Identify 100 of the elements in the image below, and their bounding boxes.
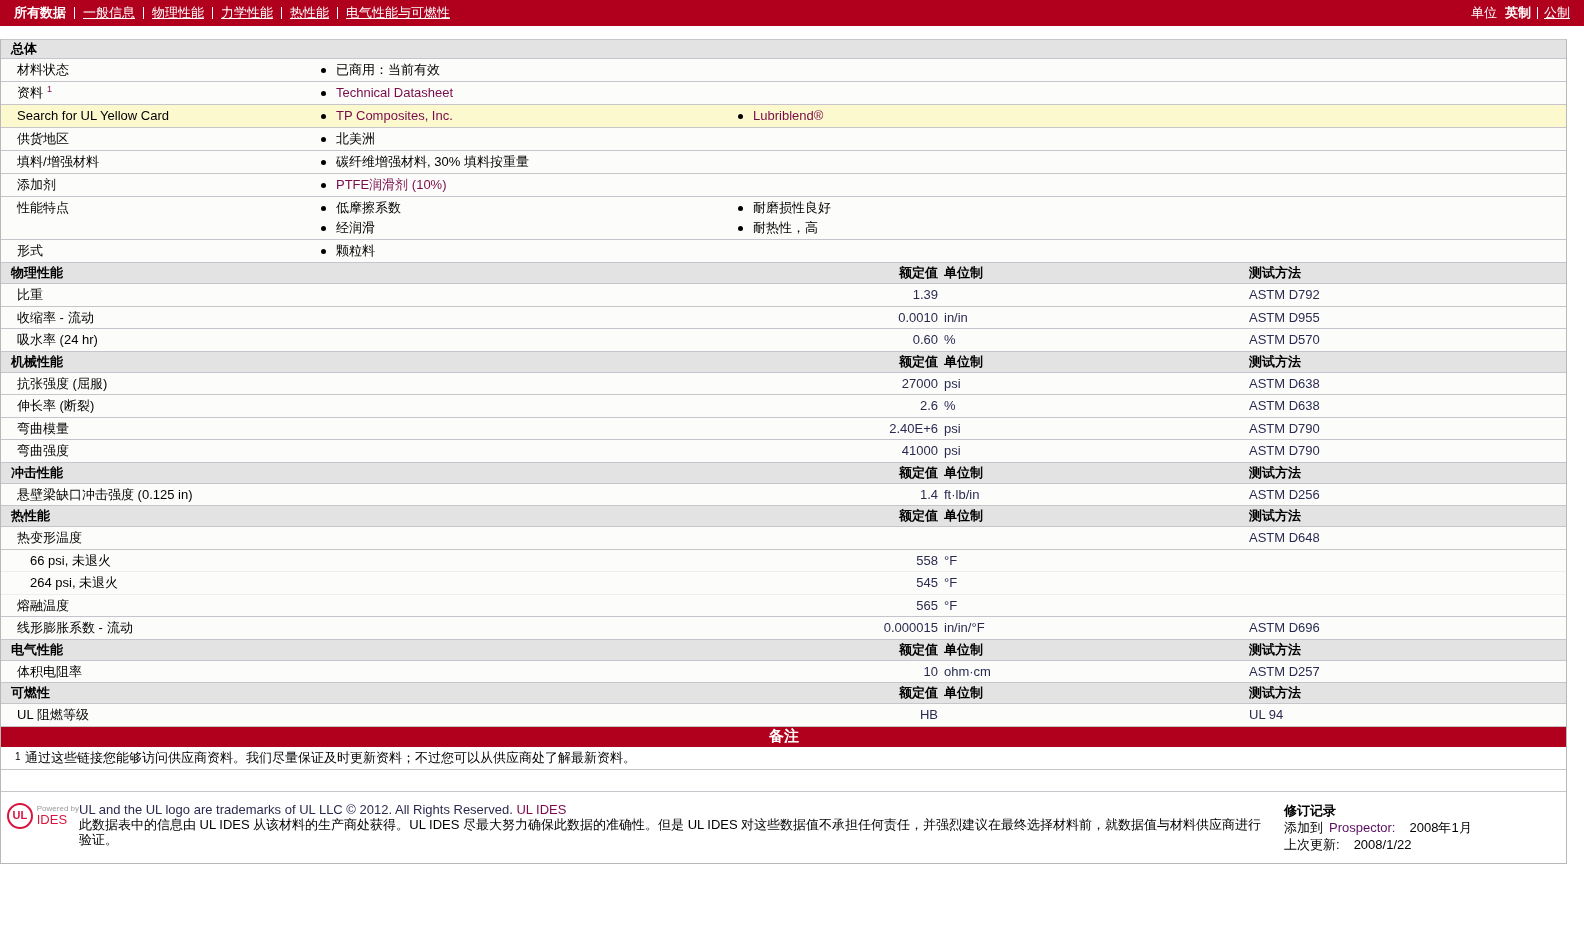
bullet-icon <box>321 67 326 73</box>
test-method: ASTM D638 <box>1249 398 1320 413</box>
units-label: 单位 <box>1471 4 1497 23</box>
logo-name: IDES <box>36 813 69 826</box>
revision-title: 修订记录 <box>1284 801 1337 819</box>
note-text: 通过这些链接您能够访问供应商资料。我们尽量保证及时更新资料；不过您可以从供应商处了解最新资料。 <box>24 748 636 767</box>
unit-option[interactable]: 公制 <box>1544 3 1570 23</box>
property-value: 1.39 <box>911 286 938 304</box>
section-title: 可燃性 <box>10 684 51 703</box>
row-label: Search for UL Yellow Card <box>17 107 169 126</box>
nav-tab[interactable]: 一般信息 <box>83 3 135 23</box>
bullet-icon <box>321 159 326 165</box>
row-label: 资料 <box>17 84 43 103</box>
column-header: 测试方法 <box>1249 684 1302 703</box>
property-label: 吸水率 (24 hr) <box>16 331 99 349</box>
section-title: 总体 <box>11 40 37 59</box>
unit-text: °F <box>943 552 958 568</box>
value-text: 经润滑 <box>336 219 375 238</box>
column-header: 额定值 <box>898 264 938 283</box>
ul-ides-link[interactable]: UL IDES <box>516 801 567 817</box>
value-text: 已商用：当前有效 <box>336 61 440 80</box>
column-header: 单位制 <box>943 684 984 703</box>
property-label: 264 psi, 未退火 <box>29 574 120 592</box>
property-label: 弯曲强度 <box>16 442 70 460</box>
test-method: ASTM D570 <box>1249 332 1320 347</box>
row-label: 供货地区 <box>17 130 69 149</box>
updated-date: 2008/1/22 <box>1353 835 1412 853</box>
value-text: 北美洲 <box>336 130 375 149</box>
column-header: 单位制 <box>943 507 984 526</box>
notes-title: 备注 <box>768 726 799 747</box>
test-method: ASTM D696 <box>1249 620 1320 635</box>
property-value: 545 <box>915 574 938 592</box>
property-value: HB <box>918 706 938 724</box>
column-header: 测试方法 <box>1249 264 1302 283</box>
bullet-icon <box>738 113 743 119</box>
test-method: ASTM D790 <box>1249 443 1320 458</box>
test-method: ASTM D792 <box>1249 287 1320 302</box>
property-label: 体积电阻率 <box>16 662 83 681</box>
link[interactable]: TP Composites, Inc. <box>336 106 453 126</box>
unit-text: ft·lb/in <box>943 486 980 502</box>
value-text: 耐磨损性良好 <box>753 199 831 218</box>
unit-text: psi <box>943 443 961 458</box>
unit-text: psi <box>943 420 961 436</box>
unit-text: °F <box>943 575 958 590</box>
prospector-link[interactable]: Prospector: <box>1329 818 1396 836</box>
bullet-icon <box>738 225 743 231</box>
unit-text: in/in <box>943 309 968 325</box>
property-label: 熔融温度 <box>16 596 70 615</box>
trademark-text: UL and the UL logo are trademarks of UL LLC © 2012. All Rights Reserved. <box>79 801 513 817</box>
row-label: 性能特点 <box>17 199 69 218</box>
column-header: 测试方法 <box>1249 507 1302 526</box>
property-label: 热变形温度 <box>16 529 83 547</box>
column-header: 额定值 <box>898 684 938 703</box>
value-text: 颗粒料 <box>336 242 375 261</box>
unit-text: psi <box>943 375 961 391</box>
added-label: 添加到 <box>1284 818 1323 836</box>
column-header: 单位制 <box>943 264 984 283</box>
column-header: 额定值 <box>898 507 938 526</box>
nav-tab[interactable]: 力学性能 <box>221 3 273 23</box>
column-header: 单位制 <box>943 352 984 371</box>
nav-tab[interactable]: 所有数据 <box>14 3 66 23</box>
row-label: 材料状态 <box>17 61 69 80</box>
link[interactable]: Lubriblend® <box>753 106 824 126</box>
nav-tab[interactable]: 物理性能 <box>152 3 204 23</box>
property-label: 抗张强度 (屈服) <box>16 374 109 393</box>
column-header: 测试方法 <box>1249 352 1302 371</box>
section-title: 电气性能 <box>10 640 64 659</box>
added-date: 2008年1月 <box>1409 818 1472 836</box>
test-method: ASTM D790 <box>1249 420 1320 436</box>
property-label: 66 psi, 未退火 <box>29 551 112 570</box>
test-method: ASTM D648 <box>1249 530 1320 545</box>
column-header: 额定值 <box>898 352 938 371</box>
nav-tab[interactable]: 热性能 <box>290 3 329 23</box>
footnote-mark: 1 <box>15 749 21 764</box>
row-label: 形式 <box>17 242 43 261</box>
column-header: 额定值 <box>898 463 938 482</box>
property-label: 伸长率 (断裂) <box>16 397 96 415</box>
nav-tab[interactable]: 电气性能与可燃性 <box>346 3 450 23</box>
updated-label: 上次更新: <box>1284 835 1340 853</box>
bullet-icon <box>321 225 326 231</box>
bullet-icon <box>321 113 326 119</box>
column-header: 单位制 <box>943 463 984 482</box>
row-label: 添加剂 <box>17 176 56 195</box>
property-label: 比重 <box>16 286 44 304</box>
property-value: 2.40E+6 <box>888 419 938 438</box>
property-value: 2.6 <box>918 397 938 415</box>
property-value: 41000 <box>900 442 938 460</box>
property-label: UL 阻燃等级 <box>16 706 90 724</box>
column-header: 测试方法 <box>1249 640 1302 659</box>
value-text: 耐热性，高 <box>753 219 818 238</box>
link[interactable]: Technical Datasheet <box>336 83 454 103</box>
value-text: 低摩擦系数 <box>336 199 401 218</box>
property-value: 0.60 <box>911 331 938 349</box>
column-header: 单位制 <box>943 640 984 659</box>
bullet-icon <box>738 205 743 211</box>
section-title: 物理性能 <box>10 264 64 283</box>
property-value: 0.000015 <box>882 619 938 637</box>
unit-option[interactable]: 英制 <box>1505 3 1531 23</box>
link[interactable]: PTFE润滑剂 (10%) <box>336 175 447 195</box>
property-value: 565 <box>915 596 938 615</box>
